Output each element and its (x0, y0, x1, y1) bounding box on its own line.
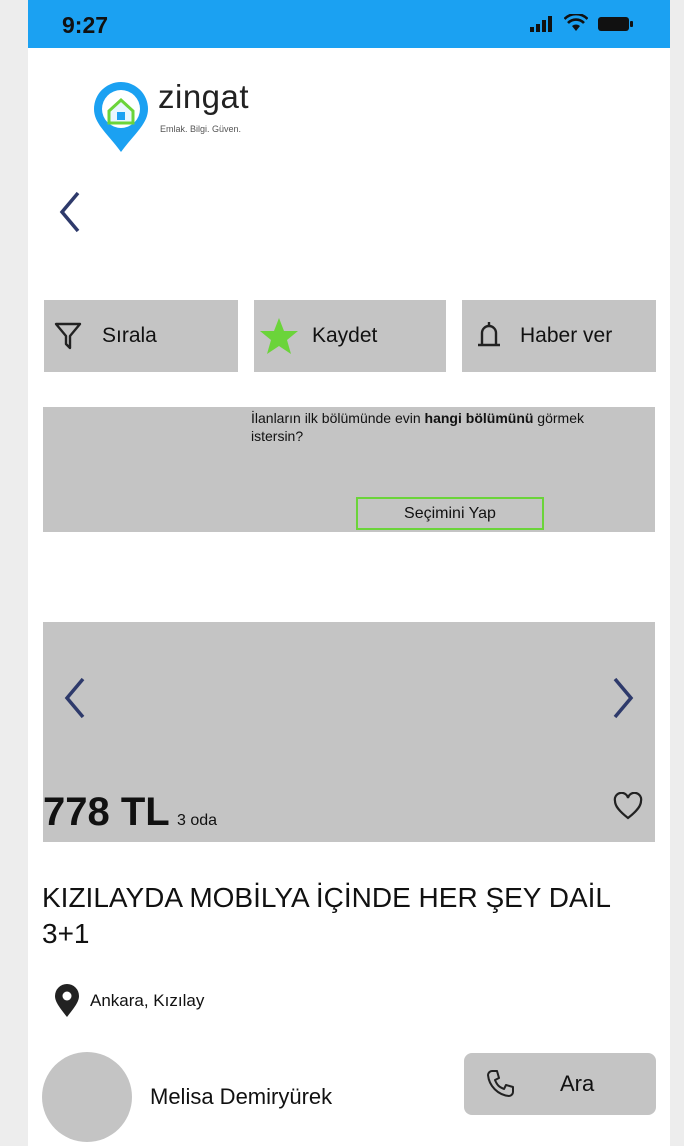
phone-icon (487, 1070, 514, 1097)
notify-label: Haber ver (520, 324, 613, 347)
banner-text-bold: hangi bölümünü (424, 410, 534, 426)
status-time: 9:27 (62, 12, 109, 38)
battery-icon (598, 17, 633, 31)
listing-photo-gallery[interactable]: 778 TL 3 oda (43, 622, 655, 842)
star-icon (260, 318, 298, 354)
banner-text-start: İlanların ilk bölümünde evin (251, 410, 425, 426)
call-label: Ara (560, 1071, 595, 1096)
notify-button[interactable]: Haber ver (462, 300, 656, 372)
location-text: Ankara, Kızılay (90, 991, 205, 1010)
sort-label: Sırala (102, 324, 157, 347)
make-selection-button[interactable]: Seçimini Yap (356, 497, 544, 530)
gallery-prev-icon[interactable] (63, 676, 87, 720)
zingat-logo-icon (94, 82, 148, 152)
signal-icon (530, 16, 552, 32)
save-label: Kaydet (312, 324, 378, 347)
map-pin-icon (55, 984, 79, 1017)
listing-price: 778 TL (43, 790, 170, 834)
call-button[interactable]: Ara (464, 1053, 656, 1115)
status-bar: 9:27 (28, 0, 670, 48)
sort-button[interactable]: Sırala (44, 300, 238, 372)
listing-location: Ankara, Kızılay (54, 984, 204, 1018)
wifi-icon (564, 14, 588, 31)
filter-icon (54, 322, 82, 350)
agent-avatar[interactable] (42, 1052, 132, 1142)
back-chevron-icon[interactable] (58, 190, 82, 234)
save-search-button[interactable]: Kaydet (254, 300, 446, 372)
bell-icon (478, 322, 500, 347)
agent-name: Melisa Demiryürek (150, 1084, 333, 1109)
brand-tagline: Emlak. Bilgi. Güven. (160, 124, 242, 134)
phone-screen: 9:27 zingat Emlak. Bilgi. Güven. Sırala … (28, 0, 670, 1146)
gallery-next-icon[interactable] (611, 676, 635, 720)
status-icons (530, 14, 634, 32)
listing-rooms: 3 oda (177, 812, 218, 829)
favorite-heart-icon[interactable] (613, 792, 643, 820)
preference-banner: İlanların ilk bölümünde evin hangi bölüm… (43, 407, 655, 532)
listing-title: KIZILAYDA MOBİLYA İÇİNDE HER ŞEY DAİL 3+… (42, 882, 610, 949)
brand-name: zingat (158, 78, 250, 115)
banner-question: İlanların ilk bölümünde evin hangi bölüm… (251, 409, 631, 445)
